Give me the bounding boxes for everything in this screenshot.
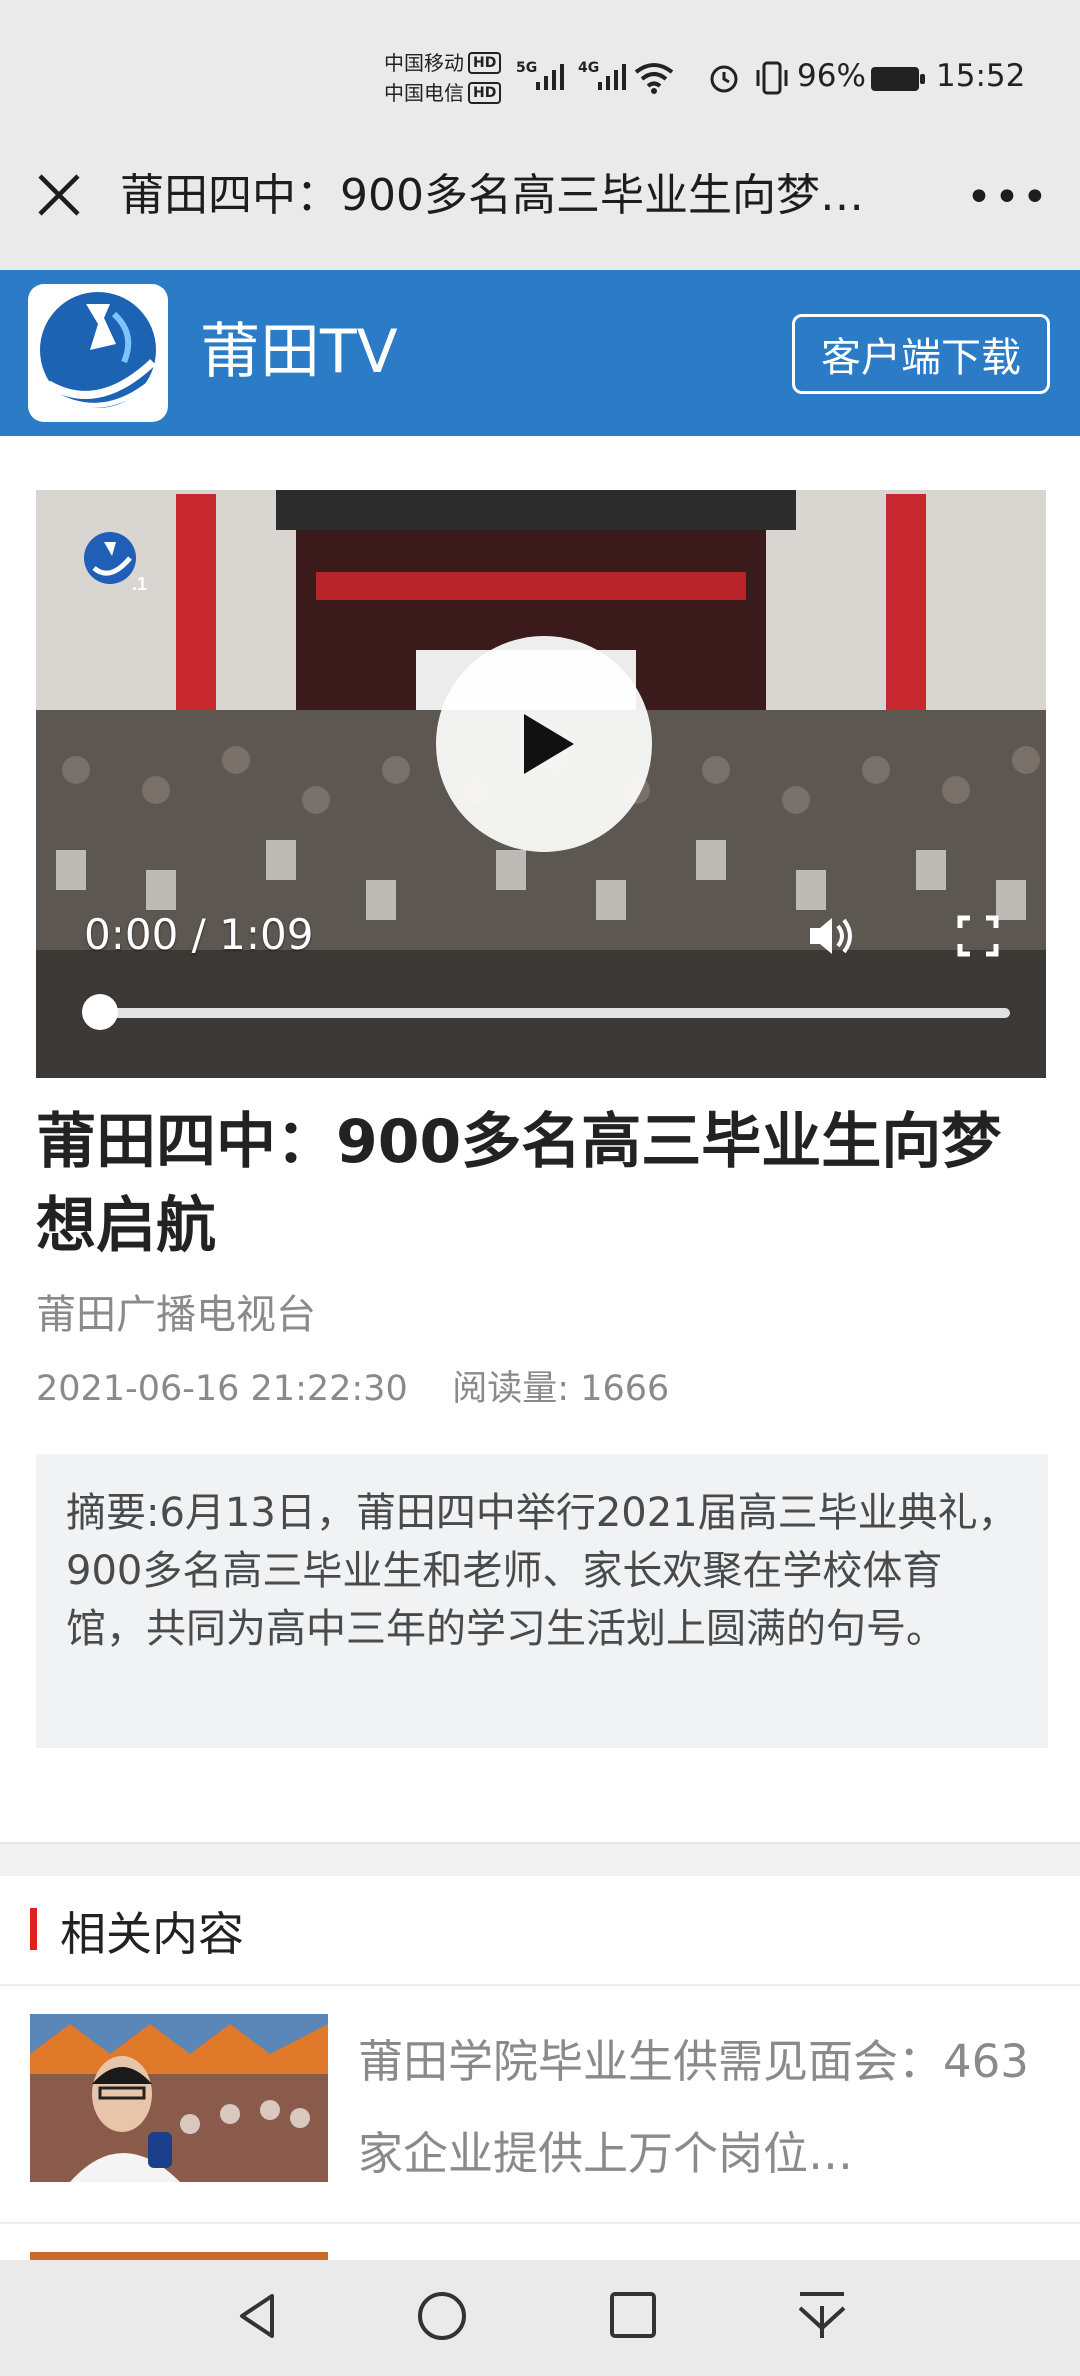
list-divider bbox=[0, 2222, 1080, 2224]
article-source: 莆田广播电视台 bbox=[36, 1292, 316, 1338]
volume-icon[interactable] bbox=[806, 912, 858, 960]
back-triangle-icon[interactable] bbox=[232, 2290, 284, 2342]
page-title: 莆田四中：900多名高三毕业生向梦… bbox=[120, 170, 864, 221]
video-progress-knob[interactable] bbox=[82, 994, 118, 1030]
hd-badge: HD bbox=[468, 82, 502, 104]
carrier-2: 中国电信 bbox=[384, 81, 464, 105]
station-logo: .1 bbox=[80, 528, 150, 602]
vibrate-icon bbox=[756, 61, 788, 95]
read-count: 1666 bbox=[580, 1369, 670, 1409]
close-icon[interactable] bbox=[36, 172, 82, 218]
download-app-button[interactable]: 客户端下载 bbox=[792, 314, 1050, 394]
download-arrow-icon[interactable] bbox=[796, 2288, 848, 2344]
related-item-title[interactable]: 莆田学院毕业生供需见面会：463家企业提供上万个岗位… bbox=[358, 2016, 1048, 2200]
app-logo bbox=[28, 284, 168, 422]
signal-icon bbox=[536, 64, 564, 90]
video-timecode: 0:00 / 1:09 bbox=[84, 910, 314, 959]
related-item-thumbnail[interactable] bbox=[30, 2014, 328, 2182]
hd-badge: HD bbox=[468, 52, 502, 74]
battery-percent: 96% bbox=[797, 58, 866, 94]
video-player[interactable]: .1 0:00 / 1:09 bbox=[36, 490, 1046, 1078]
article-meta: 2021-06-16 21:22:30 阅读量: 1666 bbox=[36, 1360, 669, 1411]
clock: 15:52 bbox=[936, 58, 1026, 94]
signal-icon bbox=[598, 64, 626, 90]
article-headline: 莆田四中：900多名高三毕业生向梦想启航 bbox=[36, 1107, 1002, 1261]
video-progress-track[interactable] bbox=[90, 1008, 1010, 1018]
recent-square-icon[interactable] bbox=[608, 2290, 658, 2340]
section-divider bbox=[0, 1842, 1080, 1878]
article-datetime: 2021-06-16 21:22:30 bbox=[36, 1369, 408, 1409]
station-mark: .1 bbox=[132, 574, 147, 594]
article-summary: 摘要:6月13日，莆田四中举行2021届高三毕业典礼，900多名高三毕业生和老师… bbox=[36, 1454, 1048, 1748]
brand-name: 莆田TV bbox=[200, 317, 398, 387]
battery-icon bbox=[871, 67, 925, 91]
section-marker bbox=[30, 1908, 37, 1950]
alarm-icon bbox=[710, 65, 738, 93]
more-icon[interactable]: ••• bbox=[966, 176, 1050, 220]
play-button[interactable] bbox=[436, 636, 652, 852]
related-heading: 相关内容 bbox=[60, 1907, 244, 1961]
play-icon bbox=[524, 714, 574, 774]
system-nav-bar bbox=[0, 2260, 1080, 2376]
carrier-1: 中国移动 bbox=[384, 51, 464, 75]
wifi-icon bbox=[634, 63, 674, 94]
home-circle-icon[interactable] bbox=[416, 2290, 468, 2342]
fullscreen-icon[interactable] bbox=[956, 914, 1000, 958]
read-count-label: 阅读量: bbox=[452, 1369, 570, 1409]
carrier-info: 中国移动 HD 中国电信 HD bbox=[384, 48, 502, 108]
